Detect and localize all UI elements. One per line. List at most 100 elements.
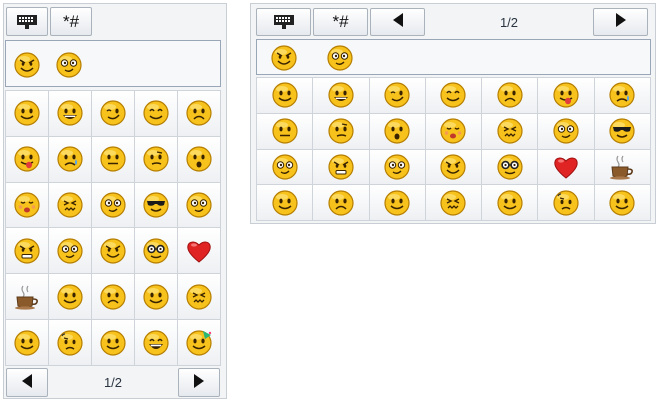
emoticon-cell[interactable] <box>313 185 369 220</box>
emoticon-cell[interactable] <box>6 228 48 274</box>
prev-page-button-left[interactable] <box>6 368 48 397</box>
smile-face-icon <box>99 329 127 357</box>
emoticon-cell[interactable] <box>313 113 369 149</box>
cry-face-icon <box>608 81 636 109</box>
emoticon-cell[interactable] <box>594 149 650 185</box>
recent-emoticon[interactable] <box>10 48 44 82</box>
emoticon-cell[interactable] <box>482 185 538 220</box>
emoticon-cell[interactable] <box>92 320 134 365</box>
emoticon-cell[interactable] <box>178 136 220 182</box>
emoticon-cell[interactable] <box>482 113 538 149</box>
emoticon-cell[interactable] <box>594 113 650 149</box>
emoticon-cell[interactable] <box>594 185 650 220</box>
emoticon-cell[interactable] <box>135 136 177 182</box>
wince-face-icon <box>56 191 84 219</box>
emoticon-cell[interactable] <box>49 182 91 228</box>
dizzy-face-icon <box>271 153 299 181</box>
party-face-icon <box>185 329 213 357</box>
smile-face-icon <box>608 189 636 217</box>
emoticon-cell[interactable] <box>538 113 594 149</box>
emoticon-cell[interactable] <box>49 136 91 182</box>
dizzy-face-icon <box>56 237 84 265</box>
emoticon-cell[interactable] <box>178 91 220 136</box>
nerd-face-icon <box>142 237 170 265</box>
emoticon-cell[interactable] <box>6 136 48 182</box>
tongue-face-icon <box>552 81 580 109</box>
emoticon-cell[interactable] <box>6 320 48 365</box>
emoticon-cell[interactable] <box>369 149 425 185</box>
symbols-tab-left[interactable]: *# <box>50 7 92 36</box>
dizzy-face-icon <box>326 44 354 72</box>
recent-emoticon[interactable] <box>324 42 356 74</box>
emoticon-cell[interactable] <box>49 320 91 365</box>
emoticon-cell[interactable] <box>92 136 134 182</box>
emoticon-cell[interactable] <box>369 113 425 149</box>
prev-arrow-icon <box>391 12 405 32</box>
emoticon-cell[interactable] <box>135 320 177 365</box>
emoticon-cell[interactable] <box>49 274 91 320</box>
emoticon-cell[interactable] <box>594 78 650 113</box>
emoticon-cell[interactable] <box>425 113 482 149</box>
emoticon-cell[interactable] <box>6 274 48 320</box>
emoticon-cell[interactable] <box>92 182 134 228</box>
next-page-button-right[interactable] <box>593 8 648 36</box>
recent-emoticon[interactable] <box>268 42 300 74</box>
blush-face-icon <box>439 117 467 145</box>
emoticon-cell[interactable] <box>92 91 134 136</box>
emoticon-cell[interactable] <box>482 78 538 113</box>
wink-face-icon <box>383 81 411 109</box>
emoticon-cell[interactable] <box>313 78 369 113</box>
emoticon-cell[interactable] <box>178 274 220 320</box>
heart-icon <box>185 237 213 265</box>
emoticon-cell[interactable] <box>369 78 425 113</box>
prev-page-button-right[interactable] <box>370 8 425 36</box>
emoticon-cell[interactable] <box>257 149 313 185</box>
emoticon-cell[interactable] <box>6 91 48 136</box>
surprised-face-icon <box>185 145 213 173</box>
emoticon-cell[interactable] <box>178 228 220 274</box>
emoticon-cell[interactable] <box>49 228 91 274</box>
emoticon-cell[interactable] <box>6 182 48 228</box>
emoticon-cell[interactable] <box>425 78 482 113</box>
cool-face-icon <box>608 117 636 145</box>
emoticon-cell[interactable] <box>178 182 220 228</box>
keyboard-tab-right[interactable] <box>256 8 311 36</box>
emoticon-cell[interactable] <box>135 274 177 320</box>
emoticon-cell[interactable] <box>313 149 369 185</box>
emoticon-cell[interactable] <box>369 185 425 220</box>
emoticon-cell[interactable] <box>135 91 177 136</box>
emoticon-cell[interactable] <box>257 78 313 113</box>
dizzy-face-icon <box>383 153 411 181</box>
coffee-cup-icon <box>13 283 41 311</box>
emoticon-cell[interactable] <box>49 91 91 136</box>
emoticon-cell[interactable] <box>92 228 134 274</box>
emoticon-cell[interactable] <box>257 185 313 220</box>
smile-face-icon <box>142 283 170 311</box>
emoticon-cell[interactable] <box>425 185 482 220</box>
symbols-tab-right[interactable]: *# <box>313 8 368 36</box>
emoticon-cell[interactable] <box>92 274 134 320</box>
nerd-face-icon <box>496 153 524 181</box>
emoticon-cell[interactable] <box>538 185 594 220</box>
emoticon-cell[interactable] <box>482 149 538 185</box>
emoticon-cell[interactable] <box>178 320 220 365</box>
next-page-button-left[interactable] <box>178 368 220 397</box>
recent-emoticon[interactable] <box>52 48 86 82</box>
sad-face-icon <box>99 283 127 311</box>
skeptical-face-icon <box>142 145 170 173</box>
dizzy-face-icon <box>55 51 83 79</box>
emoticon-cell[interactable] <box>135 228 177 274</box>
blush-face-icon <box>13 191 41 219</box>
skeptical-face-icon <box>327 117 355 145</box>
emoticon-cell[interactable] <box>538 149 594 185</box>
emoticon-cell[interactable] <box>538 78 594 113</box>
emoticon-cell[interactable] <box>135 182 177 228</box>
angry-face-icon <box>327 153 355 181</box>
heart-icon <box>552 153 580 181</box>
emoticon-cell[interactable] <box>425 149 482 185</box>
happy-face-icon <box>142 99 170 127</box>
emoticon-cell[interactable] <box>257 113 313 149</box>
sad-face-icon <box>496 81 524 109</box>
keyboard-tab-left[interactable] <box>6 7 48 36</box>
emoticon-grid-right <box>256 77 651 221</box>
